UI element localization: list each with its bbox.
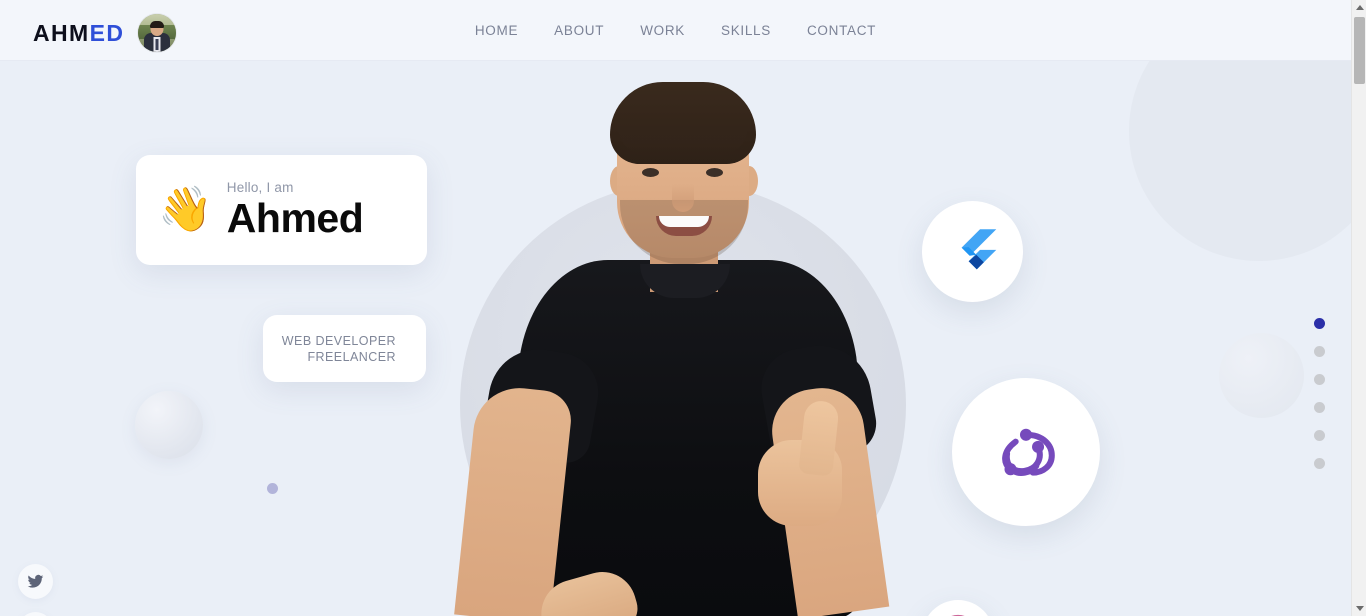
pagination-dot-3[interactable] bbox=[1314, 374, 1325, 385]
pagination-dot-5[interactable] bbox=[1314, 430, 1325, 441]
pagination-dot-2[interactable] bbox=[1314, 346, 1325, 357]
person-eye-right bbox=[706, 168, 723, 177]
decor-dot-small bbox=[267, 483, 278, 494]
pagination-dot-1[interactable] bbox=[1314, 318, 1325, 329]
social-links bbox=[18, 564, 53, 616]
tech-bubble-sass[interactable] bbox=[922, 600, 994, 616]
nav-item-about[interactable]: ABOUT bbox=[536, 15, 622, 46]
scrollbar-up-arrow[interactable] bbox=[1352, 0, 1366, 15]
person-hair bbox=[610, 82, 756, 164]
hello-text-block: Hello, I am Ahmed bbox=[226, 179, 364, 241]
role-line-2: FREELANCER bbox=[307, 349, 396, 364]
hero-name: Ahmed bbox=[226, 194, 364, 241]
redux-icon bbox=[1002, 428, 1055, 476]
tech-bubble-redux[interactable] bbox=[952, 378, 1100, 526]
hero-section: 👋 Hello, I am Ahmed WEB DEVELOPER FREELA… bbox=[0, 1, 1351, 616]
pagination-dot-4[interactable] bbox=[1314, 402, 1325, 413]
browser-viewport: 👋 Hello, I am Ahmed WEB DEVELOPER FREELA… bbox=[0, 0, 1366, 616]
social-link-facebook[interactable] bbox=[18, 612, 53, 616]
nav-item-work[interactable]: WORK bbox=[622, 15, 703, 46]
scrollbar-thumb[interactable] bbox=[1354, 17, 1365, 84]
hello-greeting: Hello, I am bbox=[226, 179, 294, 195]
nav-item-skills[interactable]: SKILLS bbox=[703, 15, 789, 46]
person-eye-left bbox=[642, 168, 659, 177]
main-navigation: HOME ABOUT WORK SKILLS CONTACT bbox=[0, 0, 1351, 61]
site-header: AHMED HOME ABOUT WORK SKILLS CONTACT bbox=[0, 0, 1351, 61]
chevron-up-icon bbox=[1355, 5, 1364, 10]
waving-hand-icon: 👋 bbox=[158, 185, 213, 234]
decor-sphere-left bbox=[135, 391, 203, 459]
nav-item-home[interactable]: HOME bbox=[457, 15, 536, 46]
twitter-icon bbox=[27, 574, 44, 588]
hello-card: 👋 Hello, I am Ahmed bbox=[136, 155, 427, 265]
pagination-dot-6[interactable] bbox=[1314, 458, 1325, 469]
chevron-down-icon bbox=[1355, 606, 1364, 611]
decor-circle-right-mid bbox=[1219, 333, 1304, 418]
role-card: WEB DEVELOPER FREELANCER bbox=[263, 315, 426, 382]
role-line-1: WEB DEVELOPER bbox=[281, 333, 396, 348]
tech-bubble-flutter[interactable] bbox=[922, 201, 1023, 302]
section-pagination[interactable] bbox=[1314, 318, 1325, 469]
social-link-twitter[interactable] bbox=[18, 564, 53, 599]
nav-item-contact[interactable]: CONTACT bbox=[789, 15, 894, 46]
person-teeth bbox=[659, 216, 709, 227]
person-nose bbox=[672, 184, 694, 212]
flutter-icon bbox=[961, 228, 996, 269]
hero-person-photo bbox=[452, 82, 922, 616]
vertical-scrollbar[interactable] bbox=[1351, 0, 1366, 616]
scrollbar-down-arrow[interactable] bbox=[1352, 601, 1366, 616]
portfolio-page: 👋 Hello, I am Ahmed WEB DEVELOPER FREELA… bbox=[0, 0, 1351, 616]
